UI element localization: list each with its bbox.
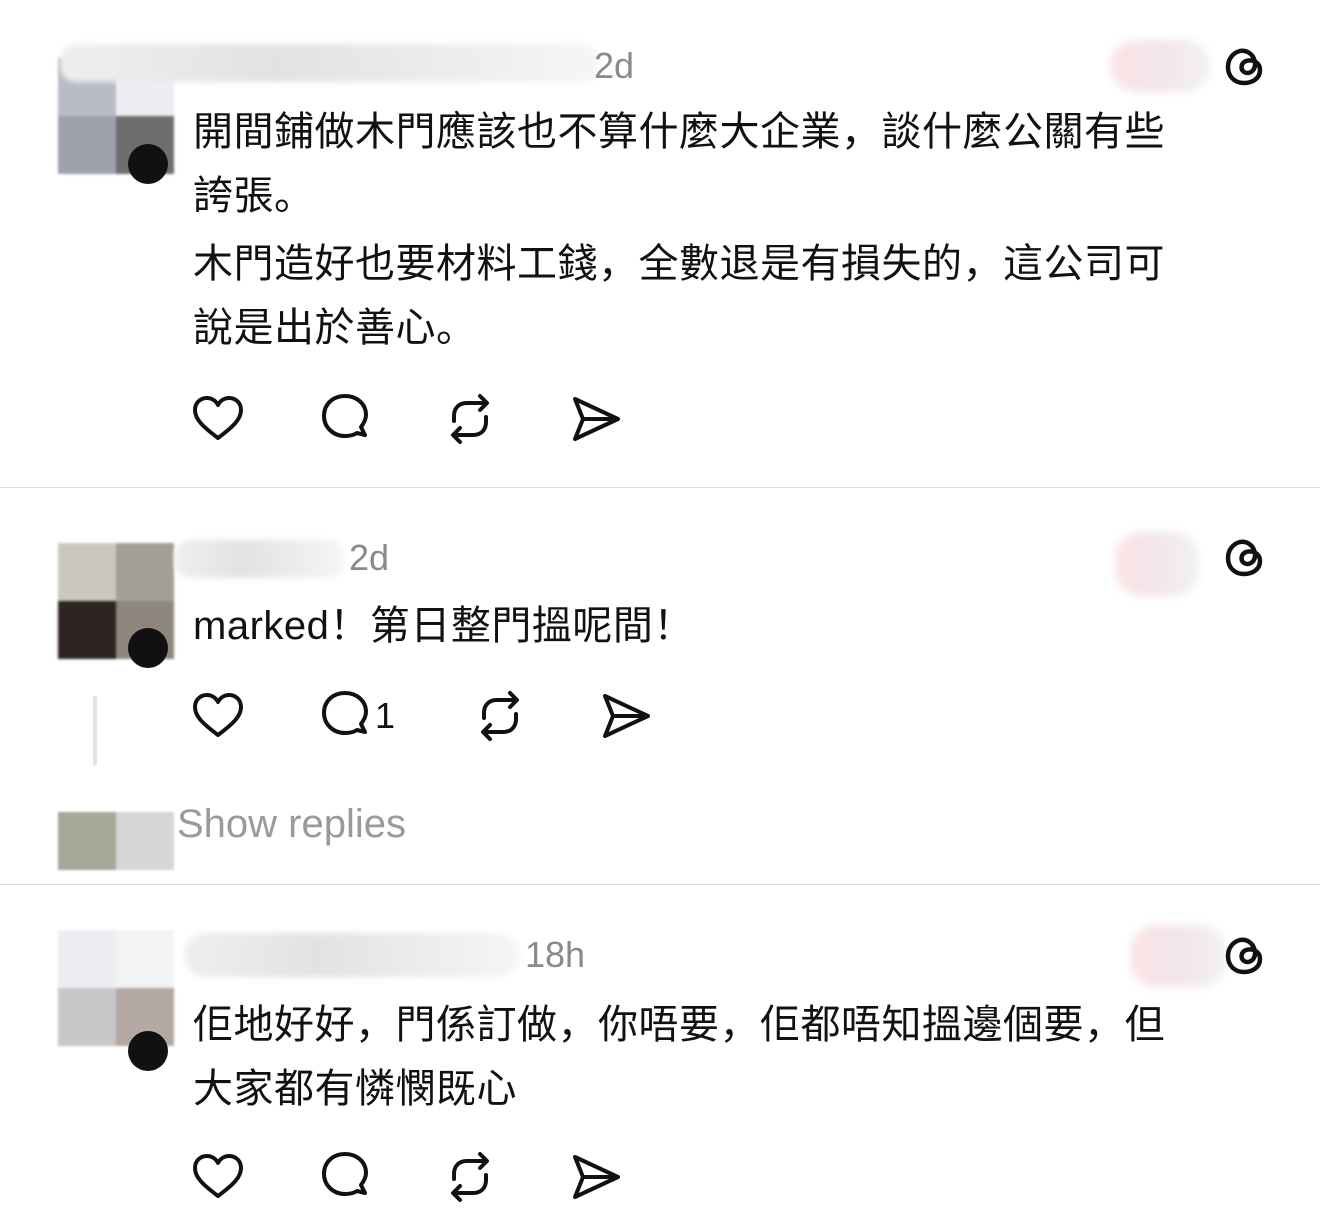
like-button[interactable] [190, 1149, 246, 1205]
follow-badge[interactable] [128, 144, 168, 184]
username[interactable] [175, 540, 345, 578]
post-paragraph: marked！第日整門搵呢間！ [193, 604, 694, 648]
timestamp: 2d [349, 537, 390, 578]
threads-logo-icon[interactable] [1222, 42, 1270, 90]
post-body: 開間鋪做木門應該也不算什麼大企業，談什麼公關有些 誇張。 木門造好也要材料工錢，… [193, 100, 1165, 360]
post-paragraph: 佢地好好，門係訂做，你唔要，佢都唔知搵邊個要，但 大家都有憐憫既心 [193, 1003, 1165, 1111]
post-body: 佢地好好，門係訂做，你唔要，佢都唔知搵邊個要，但 大家都有憐憫既心 [193, 993, 1165, 1121]
avatar[interactable] [58, 930, 174, 1046]
show-replies-link[interactable]: Show replies [177, 802, 406, 847]
comment-button[interactable] [317, 1149, 373, 1205]
repost-icon [481, 691, 519, 741]
repost-icon [451, 394, 489, 444]
post-paragraph: 開間鋪做木門應該也不算什麼大企業，談什麼公關有些 誇張。 [193, 110, 1165, 218]
like-button[interactable] [190, 688, 246, 744]
reply-thread-line [93, 696, 97, 766]
heart-icon [193, 1154, 243, 1198]
redacted-area [1115, 532, 1199, 596]
redacted-area [1130, 925, 1226, 987]
repost-button[interactable] [472, 688, 528, 744]
comment-bubble-icon [322, 1152, 368, 1196]
follow-badge[interactable] [128, 628, 168, 668]
reply-avatars[interactable] [58, 812, 174, 870]
share-button[interactable] [568, 391, 624, 447]
threads-logo-icon[interactable] [1222, 931, 1270, 979]
comment-button[interactable]: 1 [317, 688, 395, 744]
repost-button[interactable] [442, 1149, 498, 1205]
repost-icon [451, 1152, 489, 1202]
comment-button[interactable] [317, 391, 373, 447]
post-body: marked！第日整門搵呢間！ [193, 594, 694, 658]
threads-logo-icon[interactable] [1222, 533, 1270, 581]
username[interactable] [60, 44, 600, 82]
send-icon [573, 397, 620, 441]
heart-icon [193, 693, 243, 737]
timestamp: 2d [594, 45, 635, 86]
comment-bubble-icon [322, 394, 368, 438]
post-2: 2d marked！第日整門搵呢間！ 1 Show replies [0, 488, 1320, 884]
follow-badge[interactable] [128, 1031, 168, 1071]
comment-bubble-icon [322, 691, 368, 735]
post-1: 2d 開間鋪做木門應該也不算什麼大企業，談什麼公關有些 誇張。 木門造好也要材料… [0, 0, 1320, 488]
repost-button[interactable] [442, 391, 498, 447]
post-3: 18h 佢地好好，門係訂做，你唔要，佢都唔知搵邊個要，但 大家都有憐憫既心 [0, 885, 1320, 1232]
post-paragraph: 木門造好也要材料工錢，全數退是有損失的，這公司可 說是出於善心。 [193, 242, 1165, 350]
send-icon [603, 694, 650, 738]
heart-icon [193, 396, 243, 440]
redacted-area [1110, 40, 1210, 92]
reply-count: 1 [375, 695, 396, 736]
username[interactable] [184, 933, 520, 977]
share-button[interactable] [568, 1149, 624, 1205]
timestamp: 18h [525, 934, 586, 975]
like-button[interactable] [190, 391, 246, 447]
send-icon [573, 1155, 620, 1199]
share-button[interactable] [598, 688, 654, 744]
